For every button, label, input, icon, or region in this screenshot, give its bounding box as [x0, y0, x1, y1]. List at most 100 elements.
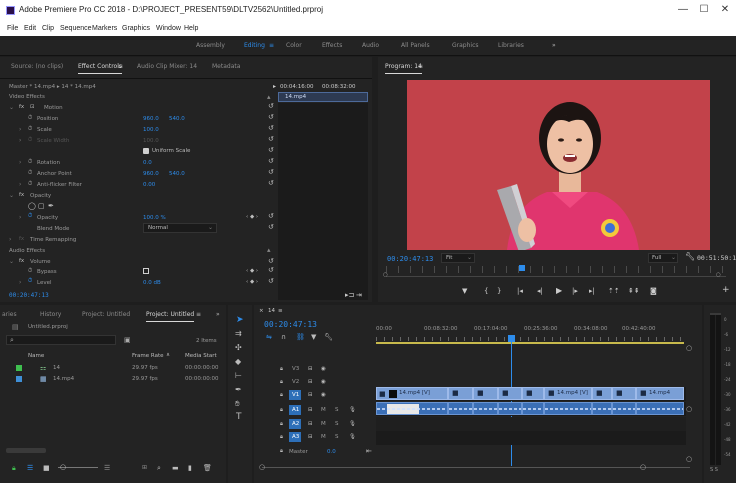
audio-clip[interactable]	[473, 402, 498, 415]
track-lock-icon[interactable]: 🔒︎	[280, 366, 283, 373]
sync-lock-icon[interactable]: ⊟	[308, 434, 313, 440]
workspace-overflow-button[interactable]: »	[552, 42, 556, 49]
list-view-icon[interactable]: ☰	[27, 464, 33, 472]
ec-timecode[interactable]: 00:20:47:13	[9, 292, 49, 299]
column-mediastart-header[interactable]: Media Start	[185, 353, 217, 359]
audio-clip[interactable]	[544, 402, 592, 415]
scale-value[interactable]: 100.0	[143, 127, 159, 133]
workspace-libraries[interactable]: Libraries	[498, 42, 524, 49]
position-x-value[interactable]: 960.0	[143, 116, 159, 122]
toggle-output-eye-icon[interactable]: ◉	[321, 379, 326, 385]
antiflicker-reset-icon[interactable]: ↺	[268, 179, 274, 187]
program-playhead[interactable]	[519, 265, 525, 271]
anchor-x-value[interactable]: 960.0	[143, 171, 159, 177]
fit-dropdown[interactable]: Fit ⌄	[441, 253, 475, 263]
lift-icon[interactable]: ⇡⇡	[608, 287, 620, 295]
audio-clip[interactable]	[636, 402, 684, 415]
tab-libraries[interactable]: aries	[2, 311, 17, 318]
menu-graphics[interactable]: Graphics	[122, 25, 150, 32]
button-editor-plus-icon[interactable]: +	[722, 285, 730, 295]
antiflicker-value[interactable]: 0.00	[143, 182, 155, 188]
snap-icon[interactable]: ∩	[281, 333, 286, 341]
clip-header[interactable]: Master * 14.mp4 ▸ 14 * 14.mp4	[9, 84, 96, 90]
video-clip[interactable]: ■	[473, 387, 498, 400]
project-h-scrollbar[interactable]	[6, 448, 46, 453]
pen-mask-icon[interactable]: ✒	[48, 202, 54, 210]
bypass-stopwatch-icon[interactable]: ⏱	[28, 268, 32, 275]
video-clip[interactable]: ■	[522, 387, 544, 400]
antiflicker-expand-icon[interactable]: ›	[19, 181, 21, 188]
menu-help[interactable]: Help	[184, 25, 198, 32]
track-lock-icon[interactable]: 🔒︎	[280, 392, 283, 399]
linked-selection-icon[interactable]: ⛓︎	[296, 333, 305, 341]
audio-clip[interactable]	[612, 402, 636, 415]
add-marker-icon[interactable]: ▼	[462, 287, 467, 295]
mute-button[interactable]: M	[321, 434, 326, 440]
extract-icon[interactable]: ⇞⇞	[628, 287, 640, 295]
track-lock-icon[interactable]: 🔒︎	[280, 407, 283, 414]
hand-tool-icon[interactable]: ✋︎	[235, 399, 240, 409]
video-clip[interactable]: ■ 14.mp4 [V]	[544, 387, 592, 400]
tab-source[interactable]: Source: (no clips)	[11, 63, 63, 70]
menu-sequence[interactable]: Sequence	[60, 25, 92, 32]
solo-button[interactable]: S	[335, 434, 339, 440]
track-label[interactable]: V3	[292, 366, 299, 372]
rotation-stopwatch-icon[interactable]: ⏱	[28, 159, 32, 166]
antiflicker-stopwatch-icon[interactable]: ⏱	[28, 181, 32, 188]
track-label[interactable]: V2	[292, 379, 299, 385]
tab-metadata[interactable]: Metadata	[212, 63, 240, 70]
position-stopwatch-icon[interactable]: ⏱	[28, 115, 32, 122]
video-clip[interactable]: ■	[448, 387, 473, 400]
workspace-all-panels[interactable]: All Panels	[401, 42, 430, 49]
new-bin-from-search-icon[interactable]: ▣	[124, 336, 131, 344]
toggle-output-eye-icon[interactable]: ◉	[321, 366, 326, 372]
program-tab-menu-icon[interactable]: ≡	[418, 63, 423, 70]
workspace-graphics[interactable]: Graphics	[452, 42, 479, 49]
workspace-color[interactable]: Color	[286, 42, 302, 49]
level-value[interactable]: 0.0 dB	[143, 280, 161, 286]
timeline-settings-icon[interactable]: 🔧︎	[324, 333, 333, 341]
track-lock-icon[interactable]: 🔒︎	[280, 448, 283, 455]
tab-history[interactable]: History	[40, 311, 61, 318]
sync-lock-icon[interactable]: ⊟	[308, 421, 313, 427]
find-icon[interactable]: ⌕	[157, 464, 161, 473]
new-bin-icon[interactable]: ▬	[172, 464, 179, 472]
h-scroll-left-handle[interactable]: ○	[259, 463, 265, 471]
wrench-icon[interactable]: 🔧︎	[685, 252, 695, 261]
bypass-checkbox[interactable]	[143, 268, 149, 274]
voiceover-mic-icon[interactable]: 🎙︎	[349, 421, 356, 427]
volume-collapse-icon[interactable]: ⌄	[9, 258, 14, 265]
program-timecode[interactable]: 00:20:47:13	[387, 255, 433, 263]
solo-button[interactable]: S	[335, 407, 339, 413]
work-area-bar[interactable]	[376, 342, 684, 344]
sort-icon[interactable]: ☰	[104, 464, 110, 472]
mark-out-icon[interactable]: }	[497, 287, 501, 295]
scale-reset-icon[interactable]: ↺	[268, 124, 274, 132]
audio-clip[interactable]	[376, 402, 448, 415]
tab-effect-controls[interactable]: Effect Controls	[78, 63, 122, 74]
sync-lock-icon[interactable]: ⊟	[308, 379, 313, 385]
track-label[interactable]: A3	[292, 434, 299, 440]
show-timeline-arrow-icon[interactable]: ▸	[273, 83, 276, 90]
ellipse-mask-icon[interactable]: ◯	[28, 202, 36, 210]
voiceover-mic-icon[interactable]: 🎙︎	[349, 407, 356, 413]
timeline-tab-menu-icon[interactable]: ≡	[278, 308, 283, 314]
opacity-reset-icon[interactable]: ↺	[268, 212, 274, 220]
solo-button[interactable]: S	[335, 421, 339, 427]
timeline-h-scrollbar[interactable]	[262, 467, 690, 468]
timeline-close-icon[interactable]: ×	[259, 308, 264, 314]
column-name-header[interactable]: Name	[28, 353, 44, 359]
column-framerate-header[interactable]: Frame Rate	[132, 353, 164, 359]
bypass-keyframe-nav-icon[interactable]: ‹ ◆ ›	[246, 268, 258, 274]
automate-icon[interactable]: ⊞	[142, 464, 147, 471]
step-back-icon[interactable]: ◂|	[537, 287, 543, 295]
scale-expand-icon[interactable]: ›	[19, 126, 21, 133]
v-scroll-mid-handle[interactable]: ○	[686, 405, 692, 413]
meter-solo-buttons[interactable]: S S	[710, 467, 718, 473]
time-remap-expand-icon[interactable]: ›	[9, 236, 11, 243]
track-lock-icon[interactable]: 🔒︎	[280, 434, 283, 441]
workspace-menu-icon[interactable]: ≡	[269, 42, 274, 49]
program-ruler[interactable]	[386, 266, 726, 273]
level-stopwatch-icon[interactable]: ⏱	[28, 278, 32, 285]
selection-tool-icon[interactable]: ➤	[236, 315, 244, 325]
